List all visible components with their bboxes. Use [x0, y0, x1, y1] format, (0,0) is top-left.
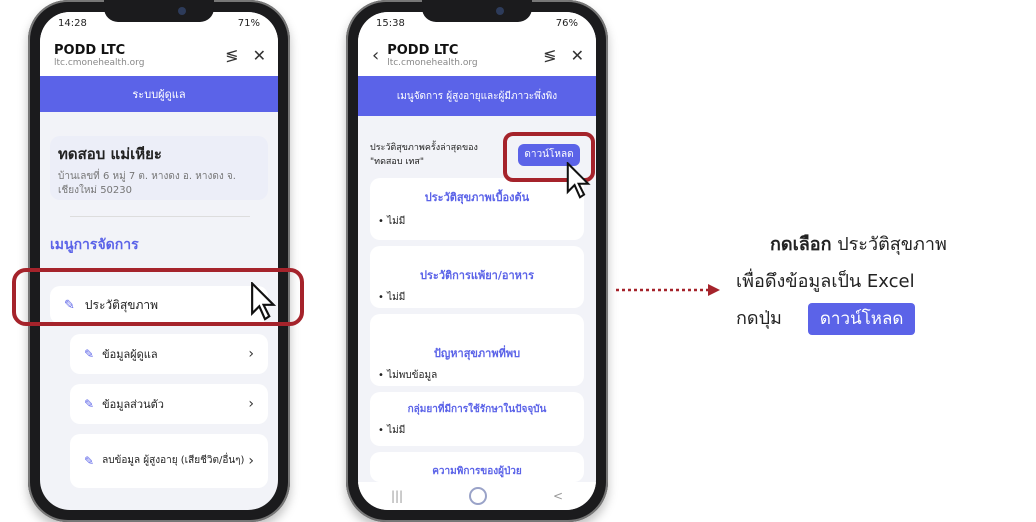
chevron-right-icon: › — [248, 396, 254, 412]
instruction-line-1: กดเลือก ประวัติสุขภาพ — [736, 226, 1032, 263]
section-value: • ไม่มี — [378, 216, 406, 227]
edit-icon: ✎ — [84, 397, 95, 411]
section-value: • ไม่มี — [378, 292, 406, 303]
phone-mockup-right: 15:38 76% ‹ PODD LTC ltc.cmonehealth.org… — [346, 0, 608, 522]
profile-name: ทดสอบ แม่เหียะ — [58, 145, 162, 163]
status-battery: 71% — [237, 17, 260, 29]
browser-url: ltc.cmonehealth.org — [387, 57, 478, 68]
mouse-cursor-icon — [251, 282, 277, 321]
edit-icon: ✎ — [84, 454, 95, 468]
menu-item-caregiver[interactable]: ✎ ข้อมูลผู้ดูแล › — [70, 334, 268, 374]
page-banner: เมนูจัดการ ผู้สูงอายุและผู้มีภาวะพึ่งพิง — [358, 76, 596, 116]
mouse-cursor-icon — [566, 162, 591, 199]
instruction-line-2: เพื่อดึงข้อมูลเป็น Excel — [736, 271, 915, 292]
menu-item-delete[interactable]: ✎ ลบข้อมูล ผู้สูงอายุ (เสียชีวิต/อื่นๆ) … — [70, 434, 268, 488]
divider — [70, 216, 250, 217]
instruction-bold: กดเลือก — [770, 234, 832, 255]
status-time: 14:28 — [58, 17, 87, 29]
browser-url: ltc.cmonehealth.org — [54, 57, 145, 68]
phone-notch — [422, 0, 532, 22]
section-title: ความพิการของผู้ป่วย — [432, 466, 522, 477]
history-name: "ทดสอบ เทส" — [370, 157, 425, 167]
chevron-right-icon: › — [248, 453, 254, 469]
chevron-right-icon: › — [248, 346, 254, 362]
instruction-line-3: กดปุ่ม ดาวน์โหลด — [736, 300, 1032, 337]
close-icon[interactable]: ✕ — [571, 46, 584, 65]
section-card: ประวัติการแพ้ยา/อาหาร • ไม่มี — [370, 246, 584, 308]
profile-card: ทดสอบ แม่เหียะ บ้านเลขที่ 6 หมู่ 7 ต. หา… — [50, 136, 268, 200]
phone-notch — [104, 0, 214, 22]
section-card: ความพิการของผู้ป่วย — [370, 452, 584, 482]
profile-address: บ้านเลขที่ 6 หมู่ 7 ต. หางดง อ. หางดง จ.… — [58, 171, 236, 196]
page-banner: ระบบผู้ดูแล — [40, 76, 278, 112]
section-card: ปัญหาสุขภาพที่พบ • ไม่พบข้อมูล — [370, 314, 584, 386]
share-icon[interactable]: ≶ — [543, 46, 556, 65]
section-card: กลุ่มยาที่มีการใช้รักษาในปัจจุบัน • ไม่ม… — [370, 392, 584, 446]
section-value: • ไม่มี — [378, 425, 406, 436]
share-icon[interactable]: ≶ — [225, 46, 238, 65]
banner-text: เมนูจัดการ ผู้สูงอายุและผู้มีภาวะพึ่งพิง — [396, 90, 558, 102]
instruction-press: กดปุ่ม — [736, 308, 782, 329]
phone-mockup-left: 14:28 71% PODD LTC ltc.cmonehealth.org ≶… — [28, 0, 290, 522]
instruction-rest: ประวัติสุขภาพ — [831, 234, 947, 255]
section-title: ประวัติสุขภาพเบื้องต้น — [424, 191, 530, 204]
nav-home-icon[interactable] — [469, 487, 488, 505]
nav-back-button[interactable]: < — [553, 489, 563, 503]
phone-screen-right: 15:38 76% ‹ PODD LTC ltc.cmonehealth.org… — [358, 12, 596, 510]
menu-heading: เมนูการจัดการ — [50, 237, 139, 253]
phone-screen-left: 14:28 71% PODD LTC ltc.cmonehealth.org ≶… — [40, 12, 278, 510]
browser-bar: ‹ PODD LTC ltc.cmonehealth.org ≶ ✕ — [358, 34, 596, 76]
nav-recent-button[interactable]: ||| — [391, 489, 403, 503]
history-label: ประวัติสุขภาพครั้งล่าสุดของ — [370, 143, 478, 153]
section-value: • ไม่พบข้อมูล — [378, 370, 438, 381]
browser-title: PODD LTC — [54, 42, 126, 58]
menu-item-label: ข้อมูลส่วนตัว — [102, 398, 164, 411]
android-nav-bar: ||| < — [358, 482, 596, 510]
section-title: ปัญหาสุขภาพที่พบ — [433, 347, 521, 360]
dotted-arrow-icon — [616, 284, 720, 296]
browser-bar: PODD LTC ltc.cmonehealth.org ≶ ✕ — [40, 34, 278, 76]
instruction-text: กดเลือก ประวัติสุขภาพ เพื่อดึงข้อมูลเป็น… — [736, 226, 1032, 337]
status-battery: 76% — [555, 17, 578, 29]
back-chevron-icon[interactable]: ‹ — [372, 45, 379, 66]
section-title: กลุ่มยาที่มีการใช้รักษาในปัจจุบัน — [407, 404, 547, 415]
menu-item-label: ข้อมูลผู้ดูแล — [102, 348, 158, 361]
browser-title: PODD LTC — [387, 42, 459, 58]
banner-text: ระบบผู้ดูแล — [132, 88, 186, 101]
status-time: 15:38 — [376, 17, 405, 29]
download-button-sample: ดาวน์โหลด — [807, 302, 916, 335]
section-card: ประวัติสุขภาพเบื้องต้น • ไม่มี — [370, 178, 584, 240]
menu-item-personal[interactable]: ✎ ข้อมูลส่วนตัว › — [70, 384, 268, 424]
menu-item-label: ลบข้อมูล ผู้สูงอายุ (เสียชีวิต/อื่นๆ) — [102, 455, 245, 466]
edit-icon: ✎ — [84, 347, 95, 361]
section-title: ประวัติการแพ้ยา/อาหาร — [420, 269, 534, 282]
close-icon[interactable]: ✕ — [253, 46, 266, 65]
